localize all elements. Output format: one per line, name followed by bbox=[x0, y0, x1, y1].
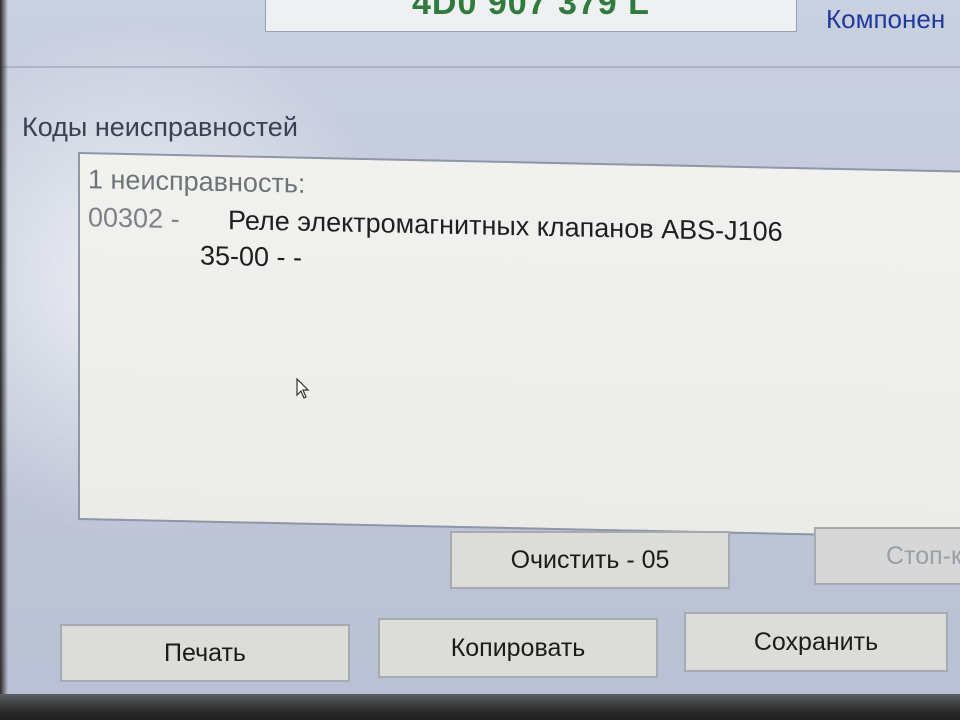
diagnostic-screen: 4D0 907 379 L Компонен Коды неисправност… bbox=[0, 0, 960, 720]
fault-status: 35-00 - - bbox=[200, 240, 303, 273]
copy-button[interactable]: Копировать bbox=[378, 618, 658, 678]
save-button[interactable]: Сохранить bbox=[684, 612, 948, 672]
monitor-bezel-left bbox=[0, 0, 8, 720]
part-number-value: 4D0 907 379 L bbox=[412, 0, 650, 22]
fault-description: Реле электромагнитных клапанов ABS-J106 bbox=[228, 205, 783, 247]
fault-codes-group-label: Коды неисправностей bbox=[22, 112, 298, 142]
fault-codes-list[interactable]: 1 неисправность: 00302 - Реле электромаг… bbox=[78, 152, 960, 539]
fault-code: 00302 - bbox=[88, 202, 180, 235]
components-label: Компонен bbox=[826, 4, 946, 34]
print-button[interactable]: Печать bbox=[60, 624, 350, 682]
mouse-pointer-icon bbox=[296, 378, 310, 399]
fault-count-text: 1 неисправность: bbox=[88, 164, 306, 199]
section-divider bbox=[0, 66, 960, 68]
freeze-frame-button[interactable]: Стоп-к bbox=[814, 527, 960, 585]
clear-codes-button[interactable]: Очистить - 05 bbox=[450, 531, 730, 589]
monitor-bezel-bottom bbox=[0, 694, 960, 720]
